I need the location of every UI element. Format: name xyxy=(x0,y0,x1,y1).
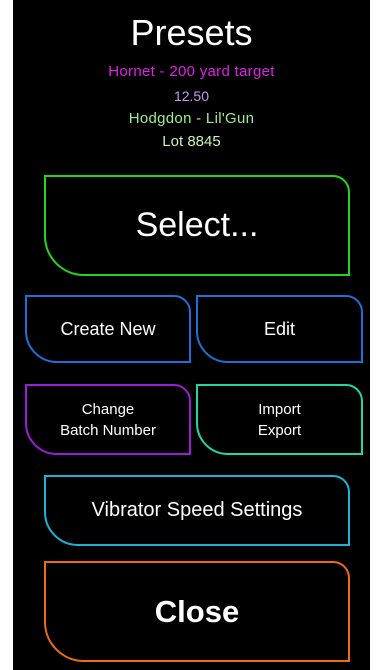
select-button-label: Select... xyxy=(135,206,259,244)
powder-name: Hodgdon - Lil'Gun xyxy=(128,110,255,127)
vibrator-speed-settings-button[interactable]: Vibrator Speed Settings xyxy=(44,475,350,546)
change-batch-label-line2: Batch Number xyxy=(60,421,156,439)
charge-weight: 12.50 xyxy=(173,88,210,104)
create-new-button[interactable]: Create New xyxy=(25,295,191,363)
change-batch-label-line1: Change xyxy=(81,400,135,418)
vibrator-button-label: Vibrator Speed Settings xyxy=(91,499,303,521)
import-label: Import xyxy=(258,400,301,418)
close-button-label: Close xyxy=(154,593,240,629)
lot-number: Lot 8845 xyxy=(162,133,221,150)
import-export-button[interactable]: Import Export xyxy=(196,384,363,455)
page-title: Presets xyxy=(130,12,253,53)
create-new-button-label: Create New xyxy=(60,318,156,339)
preset-name: Hornet - 200 yard target xyxy=(108,63,275,80)
edit-button[interactable]: Edit xyxy=(196,295,363,363)
presets-screen: Presets Hornet - 200 yard target 12.50 H… xyxy=(13,0,370,670)
close-button[interactable]: Close xyxy=(44,561,350,662)
export-label: Export xyxy=(257,421,302,439)
edit-button-label: Edit xyxy=(263,318,296,339)
select-button[interactable]: Select... xyxy=(44,175,350,276)
change-batch-number-button[interactable]: Change Batch Number xyxy=(25,384,191,455)
